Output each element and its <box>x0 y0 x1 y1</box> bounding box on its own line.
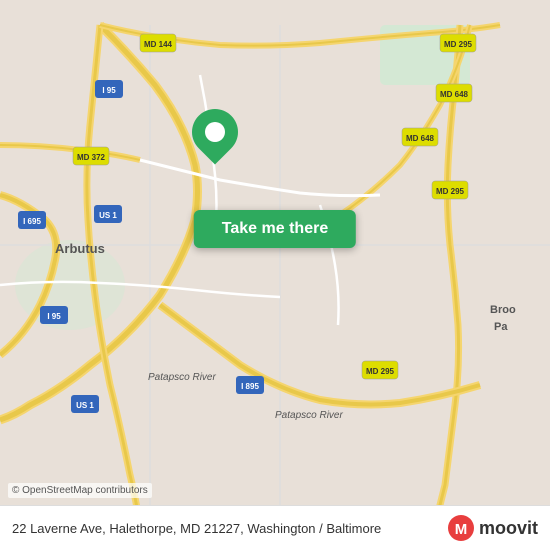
osm-attribution: © OpenStreetMap contributors <box>8 483 152 498</box>
svg-text:MD 648: MD 648 <box>440 90 469 99</box>
svg-text:MD 372: MD 372 <box>77 153 106 162</box>
svg-text:Patapsco River: Patapsco River <box>148 372 216 383</box>
svg-text:M: M <box>455 521 468 538</box>
svg-text:I 695: I 695 <box>23 217 41 226</box>
take-me-there-button[interactable]: Take me there <box>194 210 356 248</box>
moovit-icon: M <box>447 514 475 542</box>
svg-text:Pa: Pa <box>494 321 508 333</box>
svg-text:Arbutus: Arbutus <box>55 241 105 256</box>
svg-text:I 895: I 895 <box>241 382 259 391</box>
svg-text:MD 648: MD 648 <box>406 134 435 143</box>
svg-text:MD 295: MD 295 <box>444 40 473 49</box>
info-bar: 22 Laverne Ave, Halethorpe, MD 21227, Wa… <box>0 505 550 550</box>
moovit-brand-text: moovit <box>479 518 538 539</box>
map-svg: I 695 I 95 I 95 US 1 US 1 MD 144 MD 372 … <box>0 0 550 550</box>
svg-text:Patapsco River: Patapsco River <box>275 410 343 421</box>
map-container: I 695 I 95 I 95 US 1 US 1 MD 144 MD 372 … <box>0 0 550 550</box>
moovit-logo: M moovit <box>447 514 538 542</box>
svg-text:MD 295: MD 295 <box>366 367 395 376</box>
svg-text:MD 144: MD 144 <box>144 40 173 49</box>
svg-text:MD 295: MD 295 <box>436 187 465 196</box>
svg-text:US 1: US 1 <box>99 211 117 220</box>
svg-text:I 95: I 95 <box>47 312 61 321</box>
address-text: 22 Laverne Ave, Halethorpe, MD 21227, Wa… <box>12 521 447 536</box>
svg-text:US 1: US 1 <box>76 401 94 410</box>
svg-text:I 95: I 95 <box>102 86 116 95</box>
svg-text:Broo: Broo <box>490 304 516 316</box>
location-pin <box>192 109 238 155</box>
